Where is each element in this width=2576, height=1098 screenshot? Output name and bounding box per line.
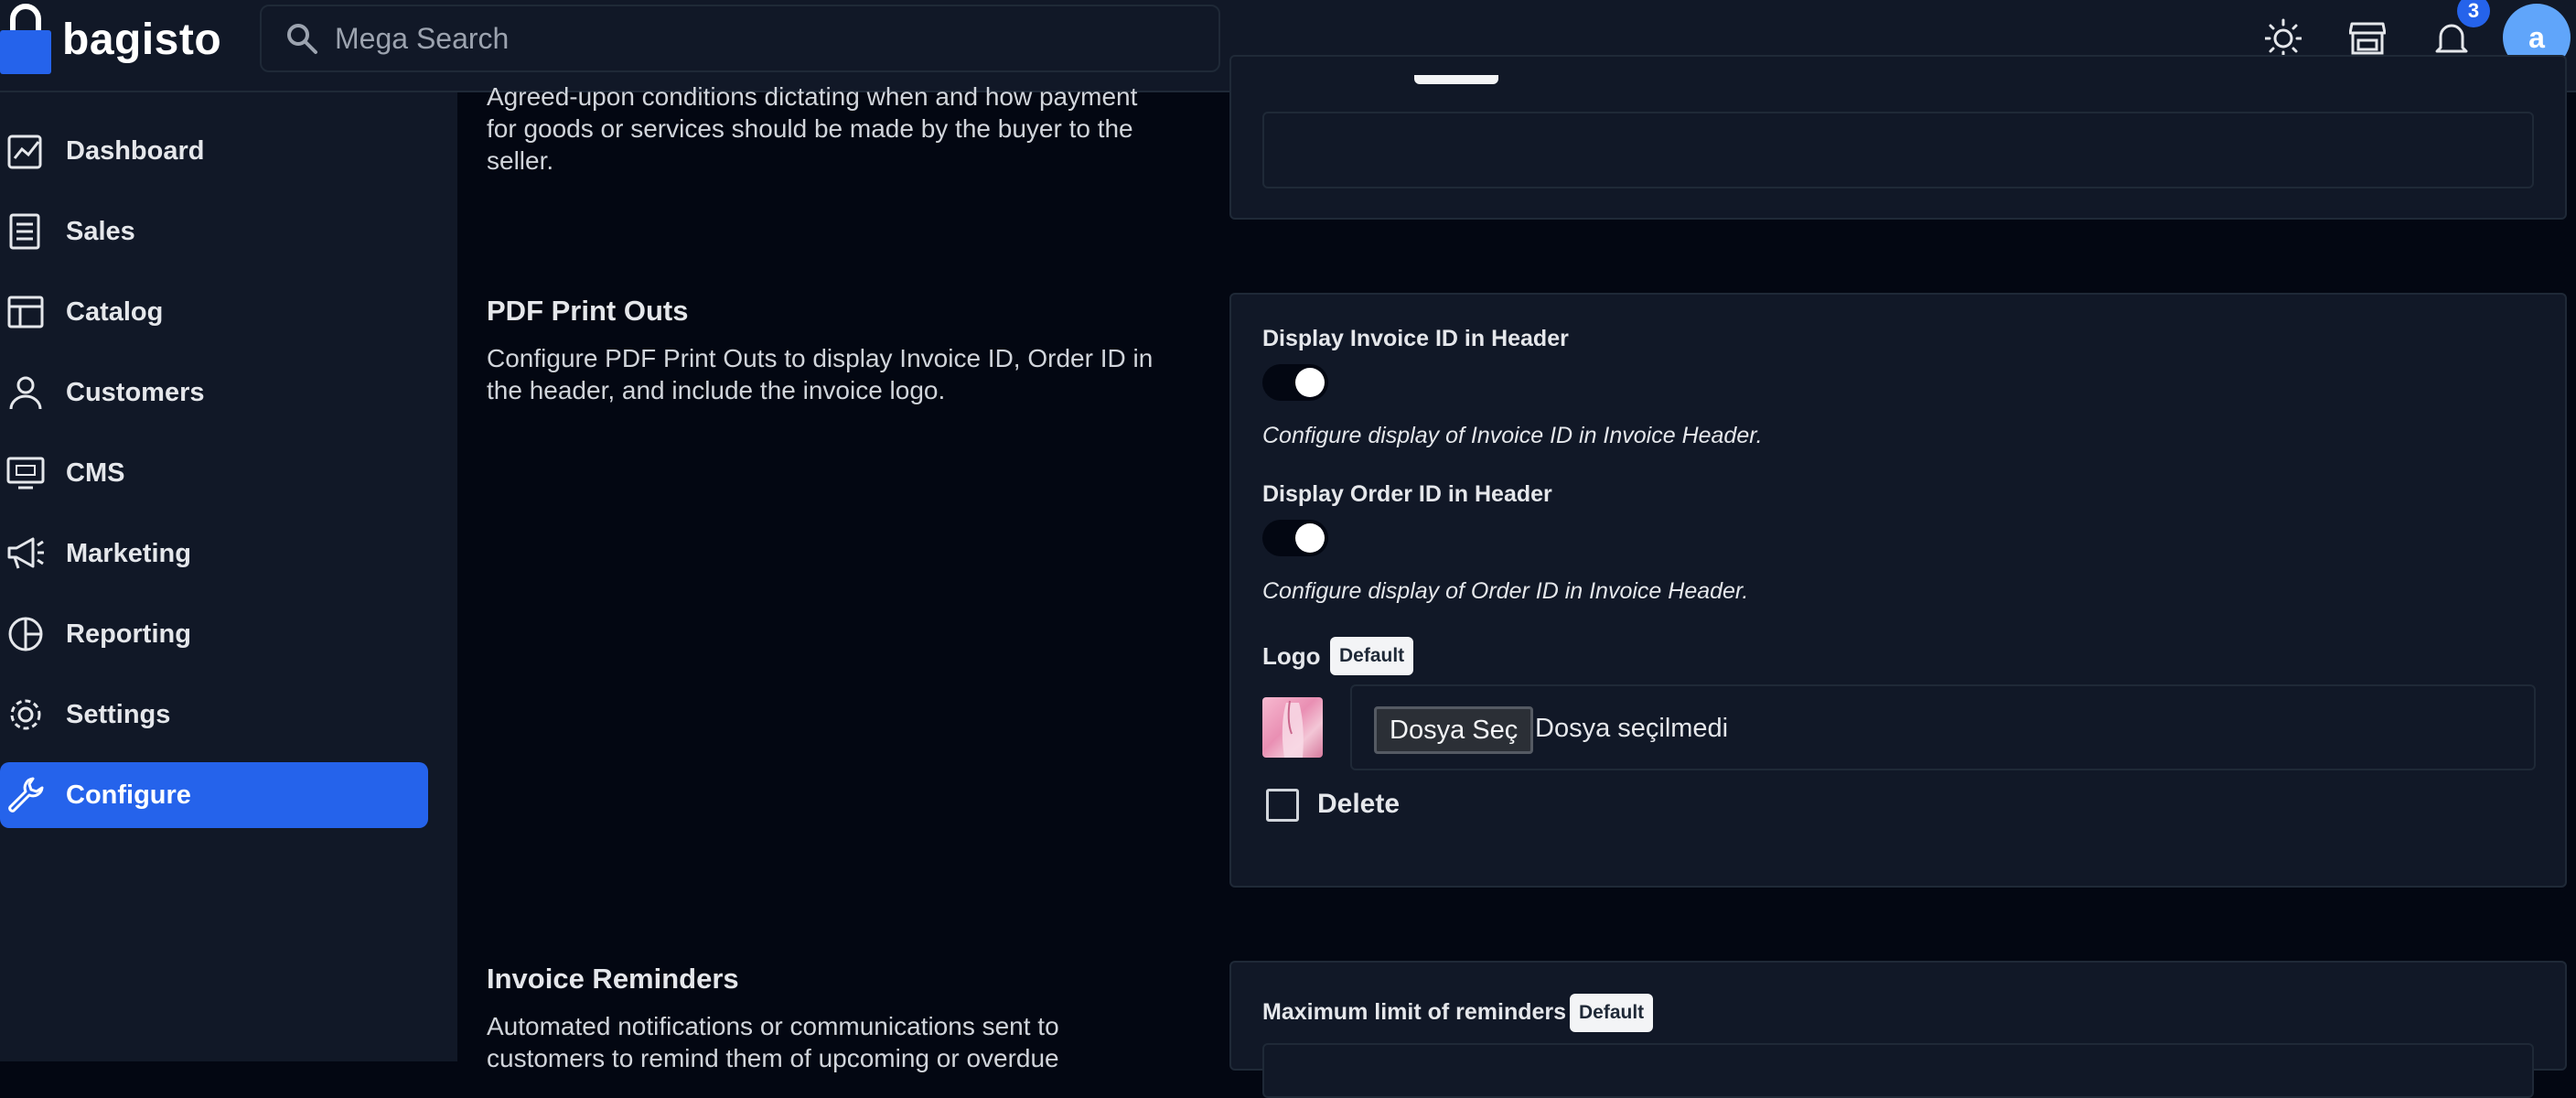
- sidebar-item-settings[interactable]: Settings: [0, 682, 428, 748]
- sun-icon[interactable]: [2265, 18, 2302, 59]
- reporting-icon: [5, 614, 46, 654]
- choose-file-button[interactable]: Dosya Seç: [1374, 706, 1534, 754]
- toggle-knob: [1295, 523, 1325, 553]
- shopping-bag-icon: [0, 3, 51, 76]
- sidebar-item-sales[interactable]: Sales: [0, 199, 428, 264]
- logo-file-input[interactable]: Dosya Seç Dosya seçilmedi: [1350, 684, 2536, 770]
- pdf-print-outs-card: Display Invoice ID in Header Configure d…: [1229, 293, 2567, 888]
- invoice-reminders-description: Automated notifications or communication…: [487, 1012, 1059, 1072]
- logo[interactable]: bagisto: [0, 0, 221, 79]
- section-title-pdf-print-outs: PDF Print Outs: [487, 295, 689, 327]
- logo-text: bagisto: [62, 15, 222, 64]
- sidebar-item-dashboard[interactable]: Dashboard: [0, 118, 428, 184]
- search-icon: [285, 22, 318, 55]
- order-id-toggle[interactable]: [1262, 520, 1328, 556]
- sidebar-item-label: CMS: [66, 458, 125, 488]
- delete-checkbox[interactable]: [1266, 789, 1299, 822]
- section-title-invoice-reminders: Invoice Reminders: [487, 963, 739, 995]
- notification-count-badge: 3: [2457, 0, 2490, 27]
- payment-terms-input[interactable]: [1262, 112, 2534, 188]
- search-input[interactable]: Mega Search: [260, 5, 1220, 72]
- search-placeholder: Mega Search: [335, 21, 510, 55]
- sidebar-item-label: Sales: [66, 216, 135, 246]
- file-status: Dosya seçilmedi: [1535, 714, 1729, 743]
- sidebar-item-label: Marketing: [66, 538, 191, 568]
- catalog-icon: [5, 292, 46, 332]
- payment-terms-card: [1229, 55, 2567, 220]
- default-badge: Default: [1330, 637, 1414, 675]
- delete-label[interactable]: Delete: [1317, 789, 1400, 820]
- sidebar-item-label: Settings: [66, 699, 171, 729]
- configure-icon: [5, 775, 46, 815]
- order-id-hint: Configure display of Order ID in Invoice…: [1262, 578, 1749, 604]
- sidebar-item-catalog[interactable]: Catalog: [0, 279, 428, 345]
- invoice-id-label: Display Invoice ID in Header: [1262, 326, 1569, 351]
- default-badge-fragment: [1414, 75, 1498, 84]
- max-limit-label: Maximum limit of reminders: [1262, 999, 1567, 1025]
- sidebar-item-label: Reporting: [66, 619, 191, 649]
- logo-image: [1282, 700, 1304, 758]
- invoice-reminders-card: Maximum limit of reminders Default: [1229, 961, 2567, 1098]
- sidebar-item-label: Customers: [66, 377, 205, 407]
- logo-label: Logo: [1262, 642, 1321, 670]
- dashboard-icon: [5, 131, 46, 171]
- payment-terms-description: Agreed-upon conditions dictating when an…: [487, 82, 1138, 175]
- cms-icon: [5, 453, 46, 493]
- logo-thumbnail[interactable]: [1262, 697, 1323, 758]
- toggle-knob: [1295, 368, 1325, 397]
- sidebar-item-marketing[interactable]: Marketing: [0, 521, 428, 587]
- customers-icon: [5, 372, 46, 413]
- settings-icon: [5, 694, 46, 735]
- order-id-label: Display Order ID in Header: [1262, 481, 1552, 507]
- sidebar-item-configure[interactable]: Configure: [0, 762, 428, 828]
- store-icon[interactable]: [2349, 18, 2386, 59]
- invoice-id-toggle[interactable]: [1262, 364, 1328, 401]
- sales-icon: [5, 211, 46, 252]
- sidebar: Dashboard Sales Catalog Customers CMS Ma…: [0, 92, 457, 1061]
- pdf-print-outs-description: Configure PDF Print Outs to display Invo…: [487, 344, 1154, 404]
- marketing-icon: [5, 533, 46, 574]
- default-badge: Default: [1570, 994, 1654, 1032]
- sidebar-item-reporting[interactable]: Reporting: [0, 601, 428, 667]
- invoice-id-hint: Configure display of Invoice ID in Invoi…: [1262, 423, 1763, 448]
- sidebar-item-customers[interactable]: Customers: [0, 360, 428, 425]
- sidebar-item-cms[interactable]: CMS: [0, 440, 428, 506]
- max-limit-input[interactable]: [1262, 1043, 2534, 1098]
- sidebar-item-label: Configure: [66, 780, 191, 810]
- sidebar-item-label: Dashboard: [66, 135, 205, 166]
- sidebar-item-label: Catalog: [66, 296, 164, 327]
